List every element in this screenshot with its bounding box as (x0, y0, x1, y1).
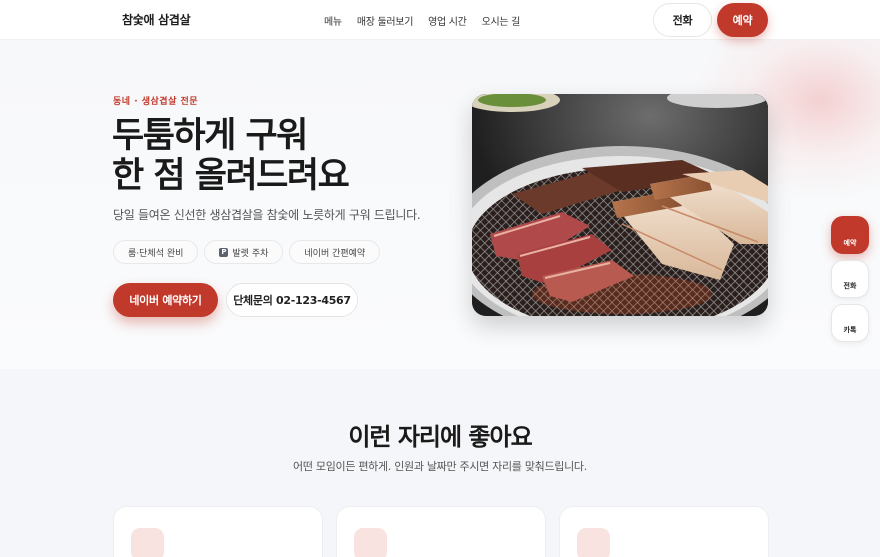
nav-menu[interactable]: 메뉴 (324, 13, 342, 28)
occasion-card[interactable] (559, 506, 769, 557)
chip-label: 룸·단체석 완비 (128, 248, 184, 259)
hero-title-line1: 두툼하게 구워 (112, 116, 308, 156)
header-call-button[interactable]: 전화 (653, 3, 712, 37)
group-inquiry-button[interactable]: 단체문의 02-123-4567 (226, 283, 358, 317)
nav-store-tour[interactable]: 매장 둘러보기 (357, 13, 414, 28)
floating-book-button[interactable]: 예약 (831, 216, 869, 254)
floating-kakao-button[interactable]: 카톡 (831, 304, 869, 342)
floating-call-button[interactable]: 전화 (831, 260, 869, 298)
chip-label: 발렛 주차 (232, 248, 269, 259)
naver-booking-button[interactable]: 네이버 예약하기 (113, 283, 218, 317)
section-title: 이런 자리에 좋아요 (348, 423, 532, 451)
hero-description: 당일 들여온 신선한 생삼겹살을 참숯에 노릇하게 구워 드립니다. (113, 208, 421, 222)
hero-eyebrow: 동네 · 생삼겹살 전문 (113, 97, 199, 107)
chip-label: 네이버 간편예약 (304, 248, 366, 259)
grilled-pork-belly-photo (472, 94, 768, 316)
card-icon (354, 528, 387, 557)
section-subtitle: 어떤 모임이든 편하게. 인원과 날짜만 주시면 자리를 맞춰드립니다. (293, 460, 587, 473)
hero-title-line2: 한 점 올려드려요 (112, 156, 350, 196)
site-header: 참숯애 삼겹살 메뉴 매장 둘러보기 영업 시간 오시는 길 전화 예약 (0, 0, 880, 40)
main-nav: 메뉴 매장 둘러보기 영업 시간 오시는 길 (324, 13, 520, 28)
card-icon (131, 528, 164, 557)
parking-icon: P (219, 247, 229, 257)
feature-chips: 룸·단체석 완비 P 발렛 주차 네이버 간편예약 (113, 240, 381, 264)
grill-illustration (472, 94, 768, 316)
header-book-button[interactable]: 예약 (717, 3, 768, 37)
nav-hours[interactable]: 영업 시간 (428, 13, 467, 28)
hero-title: 두툼하게 구워 한 점 올려드려요 (112, 116, 350, 196)
chip-valet-parking: P 발렛 주차 (204, 240, 284, 264)
chip-group-seating: 룸·단체석 완비 (113, 240, 199, 264)
occasion-card[interactable] (336, 506, 546, 557)
hero-section: 동네 · 생삼겹살 전문 두툼하게 구워 한 점 올려드려요 당일 들여온 신선… (0, 40, 880, 369)
occasions-section: 이런 자리에 좋아요 어떤 모임이든 편하게. 인원과 날짜만 주시면 자리를 … (0, 369, 880, 557)
chip-naver-booking: 네이버 간편예약 (289, 240, 381, 264)
brand-logo[interactable]: 참숯애 삼겹살 (122, 11, 191, 28)
occasion-card[interactable] (113, 506, 323, 557)
nav-directions[interactable]: 오시는 길 (482, 13, 521, 28)
card-icon (577, 528, 610, 557)
